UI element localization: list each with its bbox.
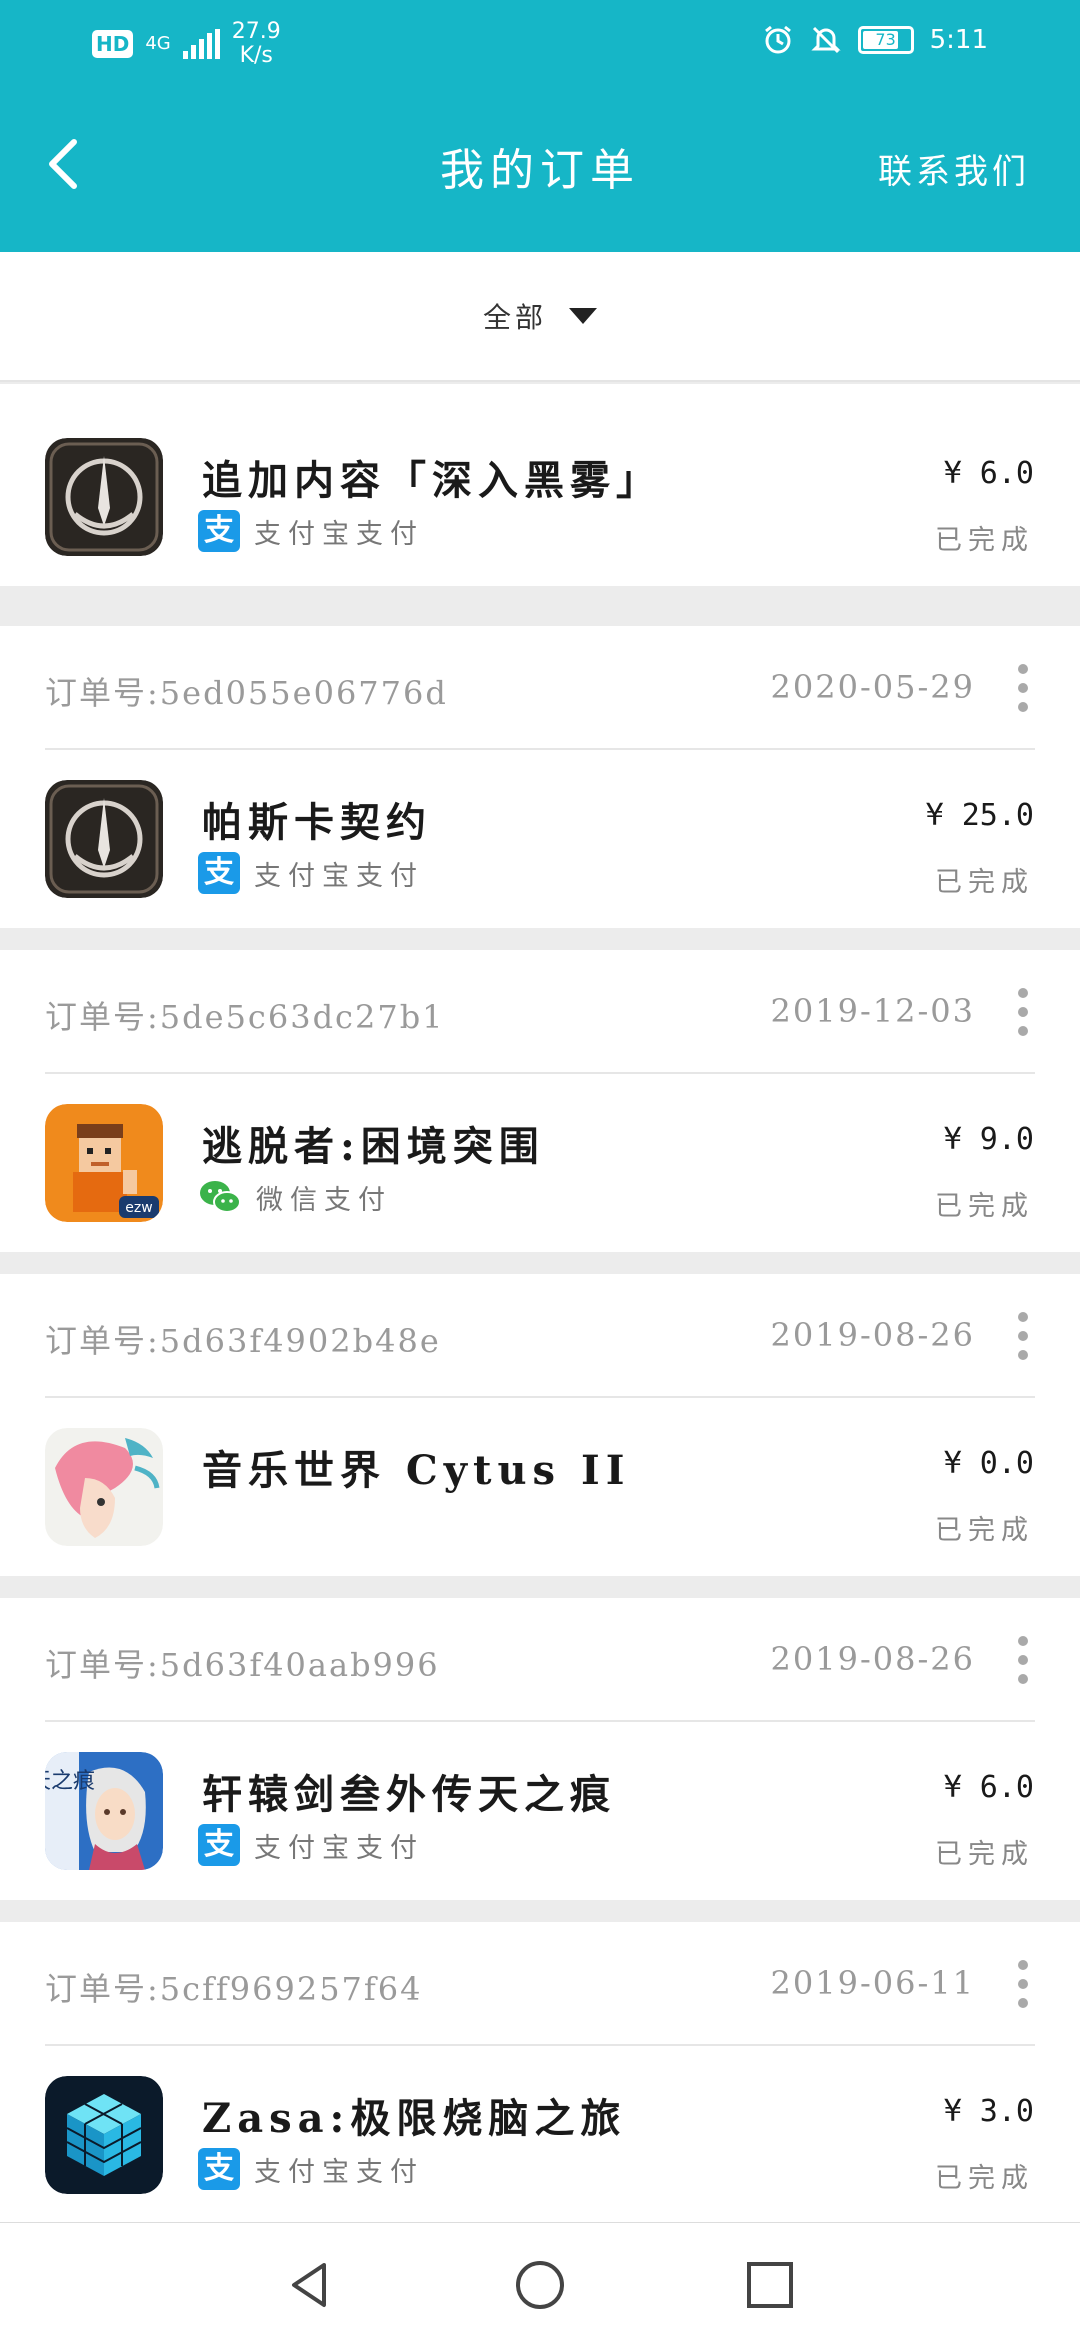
clock: 5:11 <box>929 25 988 55</box>
nav-home-icon[interactable] <box>514 2259 566 2311</box>
product-name: 轩辕剑叁外传天之痕 <box>202 1771 616 1818</box>
product-name: 帕斯卡契约 <box>202 799 432 846</box>
product-name: 追加内容「深入黑雾」 <box>202 457 662 504</box>
order-number: 订单号:5cff969257f64 <box>45 1970 423 2008</box>
dark-rune-icon <box>45 780 163 898</box>
order-date: 2019-08-26 <box>770 1316 975 1354</box>
order-card-header: 订单号:5d63f4902b48e 2019-08-26 <box>45 1274 1035 1398</box>
order-price: ¥ 9.0 <box>943 1122 1034 1157</box>
system-nav-bar <box>0 2222 1080 2340</box>
order-date: 2020-05-29 <box>770 668 975 706</box>
signal-icon <box>182 29 220 59</box>
order-card-header: 订单号:5d63f40aab996 2019-08-26 <box>45 1598 1035 1722</box>
svg-text:天之痕: 天之痕 <box>45 1769 95 1794</box>
order-card-body: 音乐世界 Cytus II ¥ 0.0 已完成 <box>0 1398 1080 1576</box>
payment-label: 支付宝支付 <box>254 2156 424 2188</box>
alarm-icon <box>764 25 791 54</box>
alipay-icon: 支 <box>198 2148 240 2190</box>
battery-icon: 73 <box>857 26 914 54</box>
header: 我的订单 联系我们 <box>0 84 1080 252</box>
payment-label: 支付宝支付 <box>254 518 424 550</box>
payment-method: 微信支付 <box>198 1176 392 1218</box>
alipay-icon: 支 <box>198 852 240 894</box>
product-name: 音乐世界 Cytus II <box>202 1447 631 1494</box>
svg-text:ezw: ezw <box>125 1200 152 1216</box>
mute-bell-icon <box>810 26 841 54</box>
filter-label: 全部 <box>482 301 547 334</box>
product-name: 逃脱者:困境突围 <box>202 1123 545 1170</box>
more-options-icon[interactable] <box>1011 1960 1035 2008</box>
order-price: ¥ 3.0 <box>943 2094 1034 2129</box>
payment-method: 支 支付宝支付 <box>198 510 424 552</box>
order-card[interactable]: 订单号:5ed055e06776d 2020-05-29 帕斯卡契约 支 支付宝… <box>0 626 1080 928</box>
order-card-body: Zasa:极限烧脑之旅 支 支付宝支付 ¥ 3.0 已完成 <box>0 2046 1080 2222</box>
order-card-header: 订单号:5de5c63dc27b1 2019-12-03 <box>45 950 1035 1074</box>
order-price: ¥ 25.0 <box>925 798 1034 833</box>
speed-value: 27.9 <box>231 19 281 44</box>
order-card[interactable]: 订单号:5de5c63dc27b1 2019-12-03 ezw 逃脱者:困境突… <box>0 950 1080 1252</box>
order-status: 已完成 <box>935 1191 1034 1222</box>
order-card-body: 追加内容「深入黑雾」 支 支付宝支付 ¥ 6.0 已完成 <box>0 408 1080 586</box>
payment-label: 支付宝支付 <box>254 860 424 892</box>
order-price: ¥ 6.0 <box>943 1770 1034 1805</box>
contact-us-link[interactable]: 联系我们 <box>878 144 1030 193</box>
status-bar: HD 4G 27.9 K/s 73 5:11 <box>0 0 1080 84</box>
order-status: 已完成 <box>935 2163 1034 2194</box>
network-speed: 27.9 K/s <box>232 20 281 68</box>
order-date: 2019-06-11 <box>770 1964 975 2002</box>
order-status: 已完成 <box>935 525 1034 556</box>
payment-method: 支 支付宝支付 <box>198 2148 424 2190</box>
network-type: 4G <box>145 33 171 54</box>
alipay-icon: 支 <box>198 510 240 552</box>
order-card[interactable]: 订单号:5d63f4902b48e 2019-08-26 音乐世界 Cytus … <box>0 1274 1080 1576</box>
order-date: 2019-12-03 <box>770 992 975 1030</box>
alipay-icon: 支 <box>198 1824 240 1866</box>
order-price: ¥ 6.0 <box>943 456 1034 491</box>
order-card[interactable]: 订单号:5d63f40aab996 2019-08-26 天之痕 轩辕剑叁外传天… <box>0 1598 1080 1900</box>
product-name: Zasa:极限烧脑之旅 <box>202 2095 627 2142</box>
order-status: 已完成 <box>935 1515 1034 1546</box>
hd-badge: HD <box>92 30 134 58</box>
order-number: 订单号:5d63f40aab996 <box>45 1646 440 1684</box>
order-date: 2019-08-26 <box>770 1640 975 1678</box>
pink-hair-girl-icon <box>45 1428 163 1546</box>
top-bar: HD 4G 27.9 K/s 73 5:11 我的订单 联系我们 <box>0 0 1080 252</box>
nav-back-icon[interactable] <box>284 2259 336 2311</box>
order-status: 已完成 <box>935 1839 1034 1870</box>
battery-level: 73 <box>875 30 896 49</box>
order-number: 订单号:5de5c63dc27b1 <box>45 998 445 1036</box>
payment-method: 支 支付宝支付 <box>198 852 424 894</box>
more-options-icon[interactable] <box>1011 1312 1035 1360</box>
order-card-header: 订单号:5cff969257f64 2019-06-11 <box>45 1922 1035 2046</box>
payment-label: 支付宝支付 <box>254 1832 424 1864</box>
order-number: 订单号:5d63f4902b48e <box>45 1322 441 1360</box>
payment-label: 微信支付 <box>256 1184 392 1216</box>
payment-method: 支 支付宝支付 <box>198 1824 424 1866</box>
blue-cube-icon <box>45 2076 163 2194</box>
more-options-icon[interactable] <box>1011 664 1035 712</box>
order-status: 已完成 <box>935 867 1034 898</box>
dark-rune-icon <box>45 438 163 556</box>
order-card[interactable]: 订单号:5cff969257f64 2019-06-11 Zasa:极限烧脑之旅… <box>0 1922 1080 2222</box>
heroine-portrait-icon: 天之痕 <box>45 1752 163 1870</box>
wechat-pay-icon <box>200 1181 241 1213</box>
more-options-icon[interactable] <box>1011 1636 1035 1684</box>
pixel-prisoner-icon: ezw <box>45 1104 163 1222</box>
order-list[interactable]: 追加内容「深入黑雾」 支 支付宝支付 ¥ 6.0 已完成 订单号:5ed055e… <box>0 384 1080 2222</box>
nav-recents-icon[interactable] <box>744 2259 796 2311</box>
speed-unit: K/s <box>239 43 273 68</box>
order-card-body: 天之痕 轩辕剑叁外传天之痕 支 支付宝支付 ¥ 6.0 已完成 <box>0 1722 1080 1900</box>
dropdown-triangle-icon <box>569 308 597 324</box>
order-price: ¥ 0.0 <box>943 1446 1034 1481</box>
filter-dropdown[interactable]: 全部 <box>0 252 1080 382</box>
order-card[interactable]: 追加内容「深入黑雾」 支 支付宝支付 ¥ 6.0 已完成 <box>0 384 1080 586</box>
order-card-body: 帕斯卡契约 支 支付宝支付 ¥ 25.0 已完成 <box>0 750 1080 928</box>
order-card-body: ezw 逃脱者:困境突围 微信支付 ¥ 9.0 已完成 <box>0 1074 1080 1252</box>
order-card-header: 订单号:5ed055e06776d 2020-05-29 <box>45 626 1035 750</box>
more-options-icon[interactable] <box>1011 988 1035 1036</box>
order-number: 订单号:5ed055e06776d <box>45 674 448 712</box>
